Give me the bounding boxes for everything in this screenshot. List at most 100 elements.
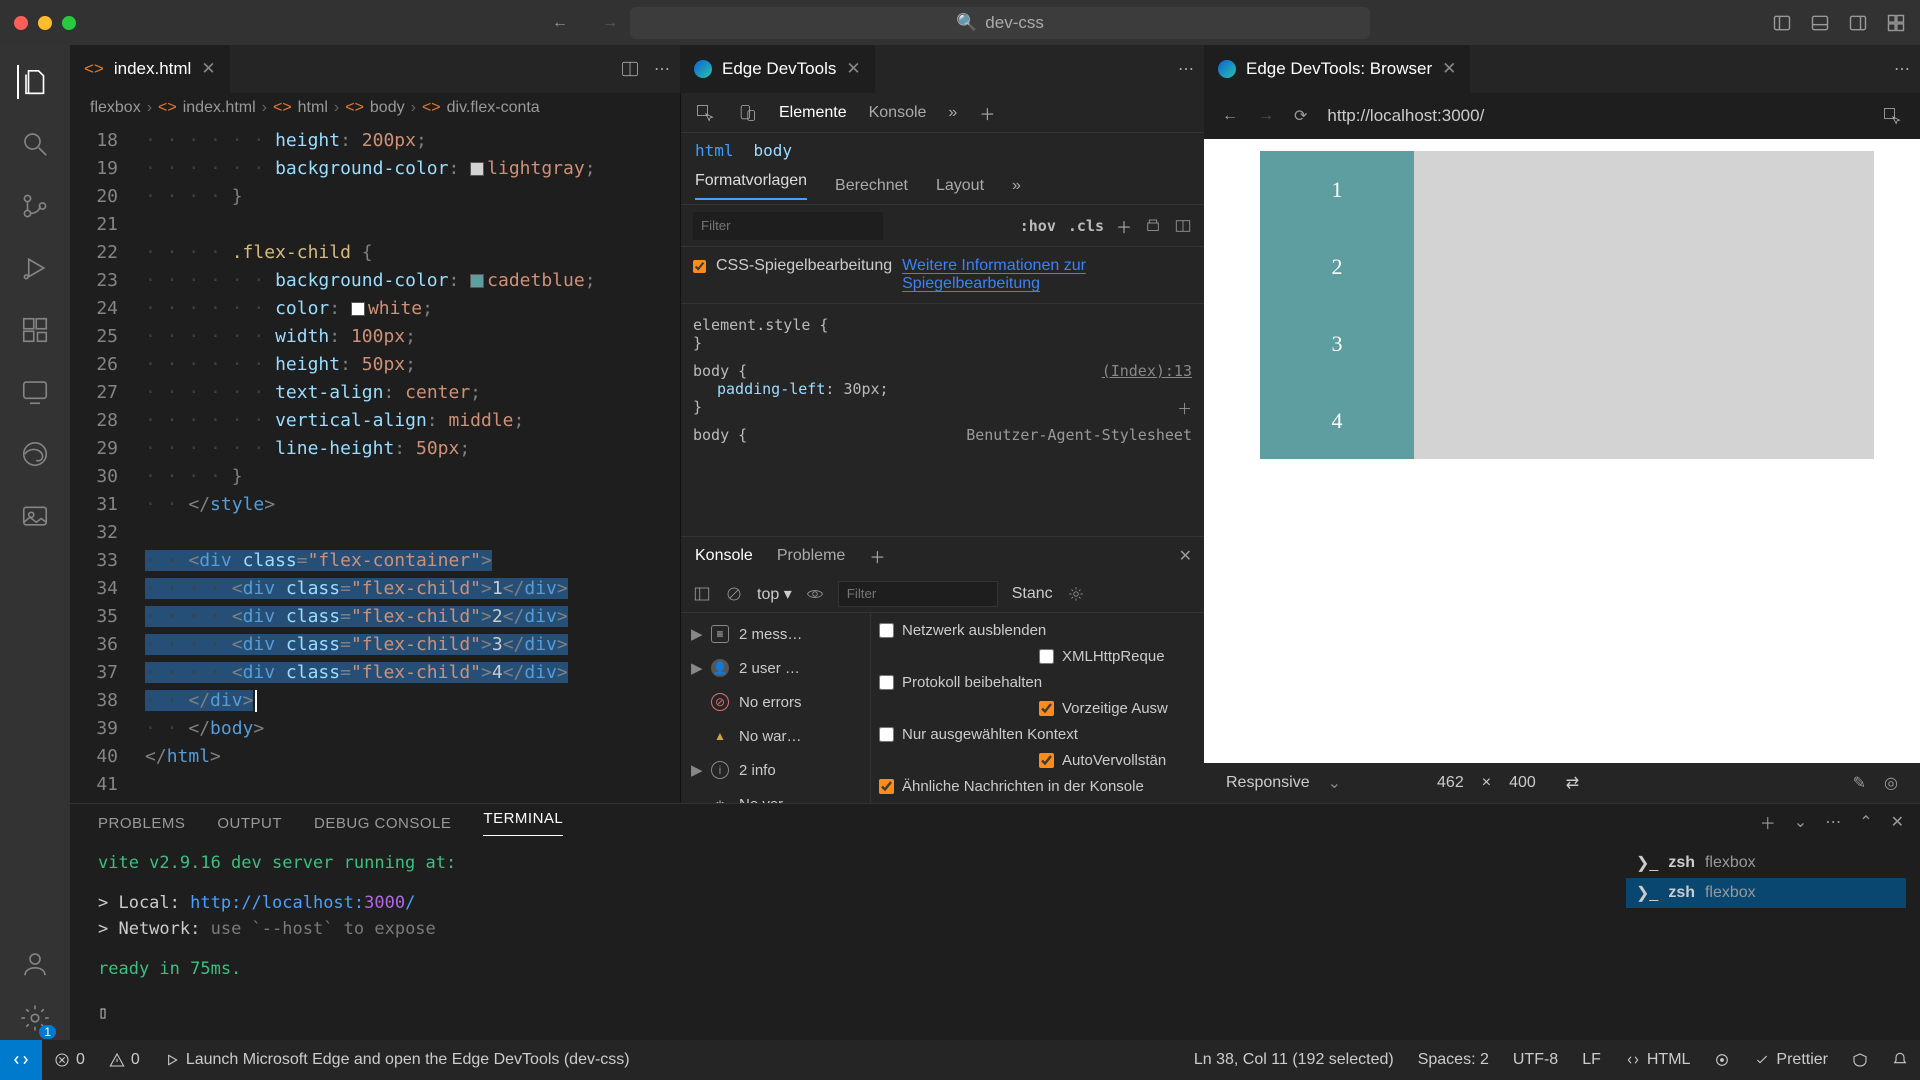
panel-tab-problems[interactable]: PROBLEMS <box>98 815 185 832</box>
devtools-tab-console[interactable]: Konsole <box>869 104 927 122</box>
status-prettier[interactable]: Prettier <box>1742 1051 1840 1069</box>
cls-toggle[interactable]: .cls <box>1068 217 1104 235</box>
close-panel-icon[interactable]: ✕ <box>1891 812 1904 832</box>
run-debug-icon[interactable] <box>18 251 52 285</box>
add-drawer-tab-icon[interactable]: ＋ <box>869 544 885 568</box>
terminal-list[interactable]: ❯_zshflexbox❯_zshflexbox <box>1626 848 1906 908</box>
terminal-dropdown-icon[interactable]: ⌄ <box>1794 812 1807 832</box>
code-editor[interactable]: 1819202122232425262728293031323334353637… <box>70 123 680 803</box>
maximize-panel-icon[interactable]: ⌃ <box>1859 812 1872 832</box>
clear-console-icon[interactable] <box>725 585 743 603</box>
styles-filter-input[interactable] <box>693 212 883 240</box>
preview-back-icon[interactable]: ← <box>1222 107 1238 125</box>
live-expression-icon[interactable] <box>806 585 824 603</box>
status-encoding[interactable]: UTF-8 <box>1501 1051 1570 1069</box>
status-indent[interactable]: Spaces: 2 <box>1406 1051 1501 1069</box>
rule-source-link[interactable]: (Index):13 <box>1102 362 1192 380</box>
status-cursor[interactable]: Ln 38, Col 11 (192 selected) <box>1182 1051 1406 1069</box>
styles-rules[interactable]: element.style { } (Index):13 body { padd… <box>681 304 1204 536</box>
preview-forward-icon[interactable]: → <box>1258 107 1274 125</box>
close-tab-icon[interactable]: ✕ <box>1442 59 1456 79</box>
more-actions-icon[interactable]: ⋯ <box>654 59 670 79</box>
status-launch-edge[interactable]: Launch Microsoft Edge and open the Edge … <box>152 1051 642 1069</box>
layout-primary-side-icon[interactable] <box>1772 13 1792 33</box>
panel-tab-output[interactable]: OUTPUT <box>217 815 282 832</box>
terminal-url[interactable]: http://localhost: <box>190 893 364 913</box>
breadcrumb-node[interactable]: body <box>370 99 405 117</box>
layout-panel-icon[interactable] <box>1810 13 1830 33</box>
print-media-icon[interactable] <box>1144 217 1162 235</box>
remote-explorer-icon[interactable] <box>18 375 52 409</box>
inspect-element-icon[interactable] <box>695 103 715 123</box>
panel-tab-debug[interactable]: DEBUG CONSOLE <box>314 815 451 832</box>
tab-edge-browser[interactable]: Edge DevTools: Browser ✕ <box>1204 45 1471 93</box>
breadcrumb-node[interactable]: html <box>298 99 328 117</box>
terminal-output[interactable]: vite v2.9.16 dev server running at: > Lo… <box>98 850 1580 1026</box>
minimize-window-icon[interactable] <box>38 16 52 30</box>
close-window-icon[interactable] <box>14 16 28 30</box>
console-settings-list[interactable]: Netzwerk ausblendenXMLHttpRequeProtokoll… <box>871 613 1204 803</box>
screenshot-icon[interactable]: ✎ <box>1853 773 1866 793</box>
new-style-rule-icon[interactable]: ＋ <box>1116 214 1132 238</box>
remote-indicator[interactable] <box>0 1040 42 1080</box>
styles-tab-format[interactable]: Formatvorlagen <box>695 172 807 200</box>
emulate-sensors-icon[interactable]: ◎ <box>1884 773 1898 793</box>
console-settings-icon[interactable] <box>1067 585 1085 603</box>
command-center[interactable]: 🔍 dev-css <box>630 7 1370 39</box>
dom-bc-html[interactable]: html <box>695 141 734 160</box>
close-tab-icon[interactable]: ✕ <box>846 59 860 79</box>
preview-inspect-icon[interactable] <box>1882 106 1902 126</box>
breadcrumb-file[interactable]: index.html <box>183 99 256 117</box>
nav-forward-icon[interactable]: → <box>600 13 620 33</box>
terminal-url[interactable]: 3000 <box>364 893 405 913</box>
console-sidebar[interactable]: ▶≡2 mess…▶👤2 user …⊘No errors▲No war…▶i2… <box>681 613 871 803</box>
status-language[interactable]: HTML <box>1613 1051 1703 1069</box>
viewport-width[interactable]: 462 <box>1437 774 1464 792</box>
breadcrumb-folder[interactable]: flexbox <box>90 99 141 117</box>
source-control-icon[interactable] <box>18 189 52 223</box>
drawer-tab-console[interactable]: Konsole <box>695 547 753 565</box>
hov-toggle[interactable]: :hov <box>1020 217 1056 235</box>
nav-back-icon[interactable]: ← <box>550 13 570 33</box>
viewport-height[interactable]: 400 <box>1509 774 1536 792</box>
layout-secondary-side-icon[interactable] <box>1848 13 1868 33</box>
status-feedback[interactable] <box>1840 1051 1880 1069</box>
dom-bc-body[interactable]: body <box>754 141 793 160</box>
settings-gear-icon[interactable]: 1 <box>18 1001 52 1035</box>
styles-tab-layout[interactable]: Layout <box>936 177 984 195</box>
rule-element-style[interactable]: element.style { <box>693 316 1192 334</box>
css-mirror-link[interactable]: Weitere Informationen zur Spiegelbearbei… <box>902 257 1112 293</box>
explorer-icon[interactable] <box>17 65 51 99</box>
zoom-window-icon[interactable] <box>62 16 76 30</box>
status-warnings[interactable]: 0 <box>97 1051 152 1069</box>
close-tab-icon[interactable]: ✕ <box>201 59 215 79</box>
add-declaration-icon[interactable]: ＋ <box>1177 398 1192 419</box>
status-notifications[interactable] <box>1880 1051 1920 1069</box>
decl-val[interactable]: 30px; <box>843 380 888 398</box>
console-sidebar-icon[interactable] <box>693 585 711 603</box>
decl-prop[interactable]: padding-left <box>717 380 825 398</box>
more-tabs-icon[interactable]: » <box>1012 177 1021 195</box>
console-filter-input[interactable] <box>838 581 998 607</box>
new-terminal-icon[interactable]: ＋ <box>1760 810 1776 834</box>
extensions-icon[interactable] <box>18 313 52 347</box>
device-label[interactable]: Responsive <box>1226 774 1310 792</box>
drawer-tab-problems[interactable]: Probleme <box>777 547 845 565</box>
execution-context[interactable]: top ▾ <box>757 584 792 604</box>
breadcrumb[interactable]: flexbox› <>index.html› <>html› <>body› <… <box>70 93 680 123</box>
css-mirror-checkbox[interactable] <box>693 260 706 273</box>
devtools-tab-elements[interactable]: Elemente <box>779 104 847 122</box>
log-levels[interactable]: Stanc <box>1012 585 1053 603</box>
status-port[interactable] <box>1702 1051 1742 1069</box>
browser-preview[interactable]: 1234 <box>1204 139 1920 763</box>
more-actions-icon[interactable]: ⋯ <box>1178 59 1194 79</box>
breadcrumb-node[interactable]: div.flex-conta <box>447 99 540 117</box>
photo-icon[interactable] <box>18 499 52 533</box>
flex-overlay-icon[interactable] <box>1174 217 1192 235</box>
tab-index-html[interactable]: <> index.html ✕ <box>70 45 231 93</box>
dom-breadcrumb[interactable]: html body <box>681 133 1204 167</box>
panel-tab-terminal[interactable]: TERMINAL <box>483 810 563 836</box>
add-tab-icon[interactable]: ＋ <box>979 101 995 125</box>
close-drawer-icon[interactable]: ✕ <box>1179 546 1192 566</box>
customize-layout-icon[interactable] <box>1886 13 1906 33</box>
